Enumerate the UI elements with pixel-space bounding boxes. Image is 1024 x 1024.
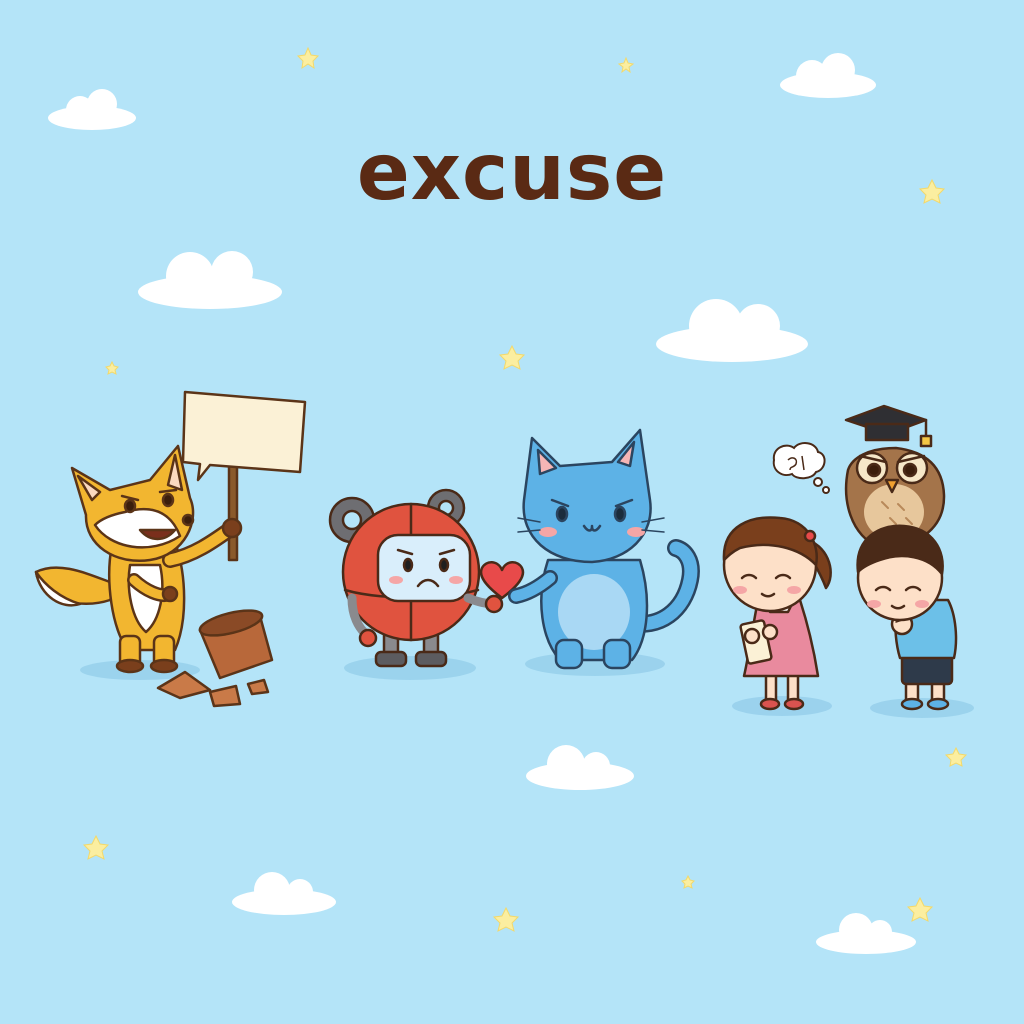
characters-layer [34,390,958,711]
thought-bubble-icon [772,442,830,494]
boy-apologizing-icon [856,524,958,711]
girl-with-note-icon [722,516,832,711]
blue-cat-icon [508,428,700,670]
robot-with-gears-icon [328,488,504,668]
illustration-scene: excuse [0,0,1024,1024]
